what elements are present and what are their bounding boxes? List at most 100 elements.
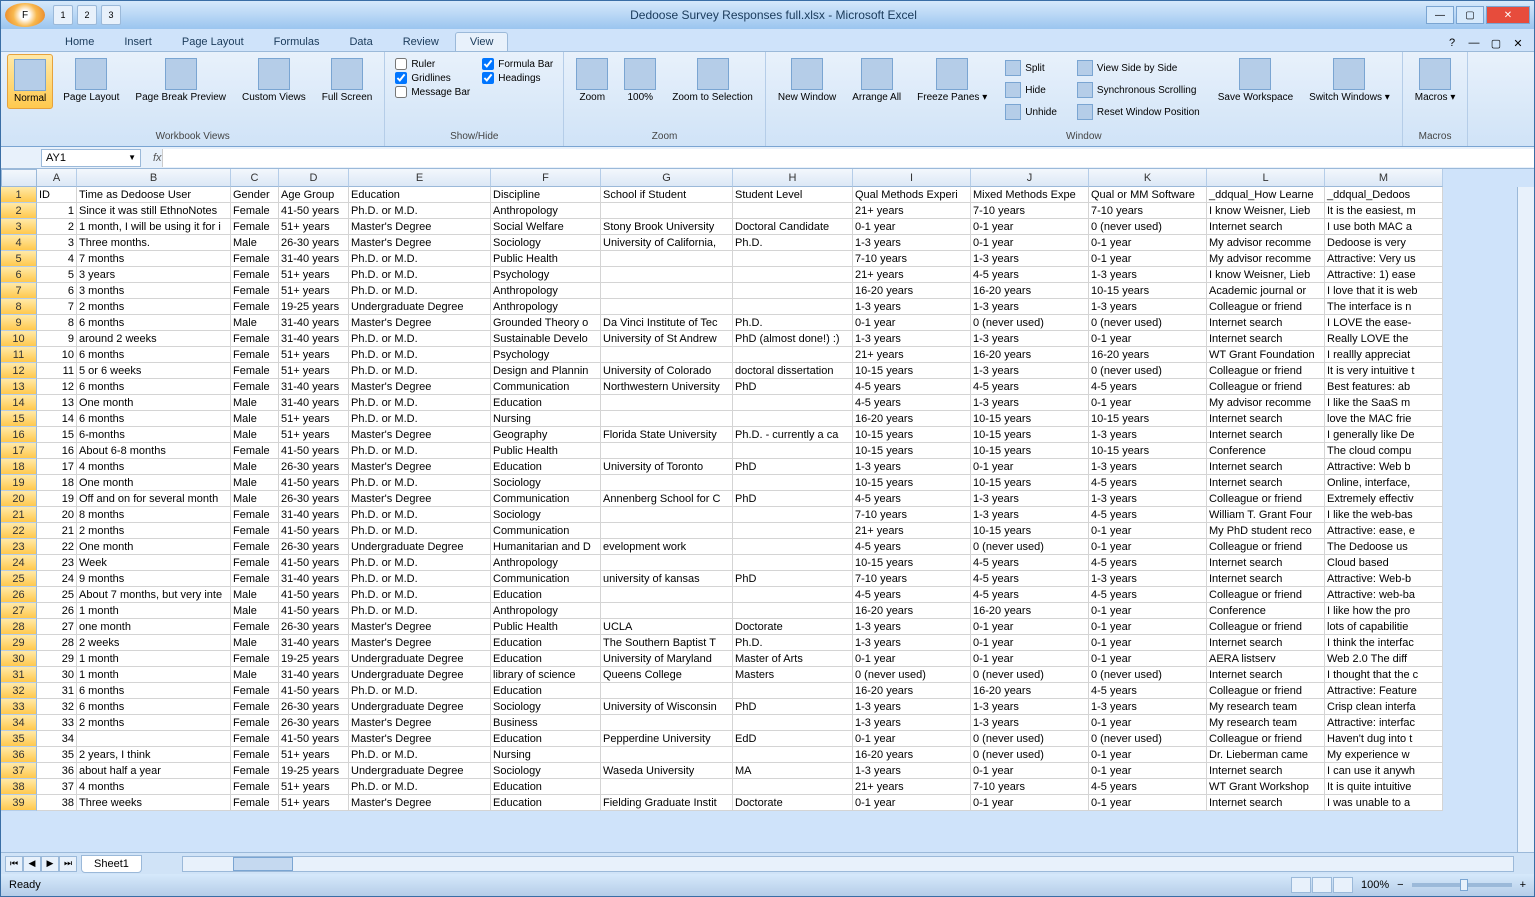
cell[interactable]: 41-50 years <box>279 731 349 747</box>
cell[interactable]: Ph.D. or M.D. <box>349 331 491 347</box>
tab-view[interactable]: View <box>455 32 509 51</box>
row-header-18[interactable]: 18 <box>1 459 37 475</box>
cell[interactable]: William T. Grant Four <box>1207 507 1325 523</box>
sync-scrolling-button[interactable]: Synchronous Scrolling <box>1073 80 1204 100</box>
cell[interactable]: 16-20 years <box>1089 347 1207 363</box>
cell[interactable]: 1-3 years <box>1089 699 1207 715</box>
row-header-36[interactable]: 36 <box>1 747 37 763</box>
cell[interactable]: PhD (almost done!) :) <box>733 331 853 347</box>
row-header-20[interactable]: 20 <box>1 491 37 507</box>
cell[interactable]: Week <box>77 555 231 571</box>
cell[interactable]: Qual or MM Software <box>1089 187 1207 203</box>
cell[interactable]: 18 <box>37 475 77 491</box>
cell[interactable]: 1-3 years <box>1089 299 1207 315</box>
cell[interactable]: 51+ years <box>279 347 349 363</box>
cell[interactable]: Psychology <box>491 267 601 283</box>
cell[interactable]: Nursing <box>491 747 601 763</box>
cell[interactable] <box>601 747 733 763</box>
cell[interactable]: 1-3 years <box>1089 459 1207 475</box>
cell[interactable]: Ph.D. or M.D. <box>349 603 491 619</box>
cell[interactable]: Female <box>231 379 279 395</box>
cell[interactable]: 4-5 years <box>1089 779 1207 795</box>
cell[interactable]: 36 <box>37 763 77 779</box>
cell[interactable] <box>733 475 853 491</box>
cell[interactable]: 10-15 years <box>1089 443 1207 459</box>
tab-data[interactable]: Data <box>335 33 386 51</box>
cell[interactable]: 10-15 years <box>853 363 971 379</box>
formula-input[interactable] <box>162 149 1534 167</box>
help-icon[interactable]: ? <box>1444 35 1460 51</box>
cell[interactable]: Female <box>231 267 279 283</box>
cell[interactable]: Undergraduate Degree <box>349 651 491 667</box>
cell[interactable]: 0-1 year <box>1089 763 1207 779</box>
hide-button[interactable]: Hide <box>1001 80 1061 100</box>
cell[interactable]: 0-1 year <box>1089 635 1207 651</box>
cell[interactable]: 10-15 years <box>971 411 1089 427</box>
cell[interactable]: Public Health <box>491 251 601 267</box>
cell[interactable]: 0-1 year <box>1089 651 1207 667</box>
cell[interactable]: Master's Degree <box>349 427 491 443</box>
row-header-21[interactable]: 21 <box>1 507 37 523</box>
cell[interactable]: 21 <box>37 523 77 539</box>
cell[interactable]: 31 <box>37 683 77 699</box>
zoom-level[interactable]: 100% <box>1361 879 1389 891</box>
cell[interactable]: 41-50 years <box>279 555 349 571</box>
cell[interactable]: 9 <box>37 331 77 347</box>
cell[interactable]: 16-20 years <box>971 683 1089 699</box>
cell[interactable]: 19-25 years <box>279 651 349 667</box>
row-header-24[interactable]: 24 <box>1 555 37 571</box>
cell[interactable]: 4-5 years <box>971 379 1089 395</box>
cell[interactable]: Internet search <box>1207 475 1325 491</box>
cell[interactable]: PhD <box>733 459 853 475</box>
cell[interactable]: 0-1 year <box>1089 251 1207 267</box>
cell[interactable]: Master's Degree <box>349 315 491 331</box>
cell[interactable]: 10-15 years <box>853 443 971 459</box>
row-header-16[interactable]: 16 <box>1 427 37 443</box>
cell[interactable]: _ddqual_How Learne <box>1207 187 1325 203</box>
cell[interactable]: 21+ years <box>853 779 971 795</box>
cell[interactable]: 16-20 years <box>853 747 971 763</box>
cell[interactable]: 1 month <box>77 651 231 667</box>
cell[interactable]: 0-1 year <box>971 795 1089 811</box>
row-header-23[interactable]: 23 <box>1 539 37 555</box>
cell[interactable]: 0 (never used) <box>1089 363 1207 379</box>
cell[interactable]: My advisor recomme <box>1207 251 1325 267</box>
cell[interactable]: Doctoral Candidate <box>733 219 853 235</box>
cell[interactable]: 0 (never used) <box>1089 219 1207 235</box>
cell[interactable]: 51+ years <box>279 795 349 811</box>
cell[interactable]: 3 years <box>77 267 231 283</box>
col-header-F[interactable]: F <box>491 169 601 187</box>
cell[interactable]: 0-1 year <box>1089 331 1207 347</box>
col-header-J[interactable]: J <box>971 169 1089 187</box>
cell[interactable]: Education <box>491 779 601 795</box>
cell[interactable]: Ph.D. or M.D. <box>349 203 491 219</box>
cell[interactable]: Master of Arts <box>733 651 853 667</box>
save-workspace-button[interactable]: Save Workspace <box>1212 54 1299 107</box>
cell[interactable]: Ph.D. or M.D. <box>349 411 491 427</box>
cell[interactable]: 16-20 years <box>853 603 971 619</box>
cell[interactable]: Education <box>491 683 601 699</box>
cell[interactable]: 5 or 6 weeks <box>77 363 231 379</box>
cell[interactable]: Anthropology <box>491 203 601 219</box>
cell[interactable]: 34 <box>37 731 77 747</box>
tab-review[interactable]: Review <box>389 33 453 51</box>
cell[interactable]: 1-3 years <box>853 459 971 475</box>
cell[interactable]: Attractive: Web b <box>1325 459 1443 475</box>
cell[interactable]: Pepperdine University <box>601 731 733 747</box>
cell[interactable]: 1-3 years <box>853 763 971 779</box>
cell[interactable]: Da Vinci Institute of Tec <box>601 315 733 331</box>
cell[interactable]: 0-1 year <box>971 651 1089 667</box>
cell[interactable]: 19-25 years <box>279 763 349 779</box>
cell[interactable] <box>733 347 853 363</box>
cell[interactable]: 0 (never used) <box>1089 731 1207 747</box>
cell[interactable] <box>733 395 853 411</box>
cell[interactable]: 1-3 years <box>1089 267 1207 283</box>
vertical-scrollbar[interactable] <box>1517 187 1534 852</box>
cell[interactable]: Male <box>231 667 279 683</box>
cell[interactable]: 4-5 years <box>971 571 1089 587</box>
cell[interactable]: 7 months <box>77 251 231 267</box>
cell[interactable]: Extremely effectiv <box>1325 491 1443 507</box>
cell[interactable]: 17 <box>37 459 77 475</box>
cell[interactable] <box>601 683 733 699</box>
cell[interactable]: 0-1 year <box>1089 603 1207 619</box>
